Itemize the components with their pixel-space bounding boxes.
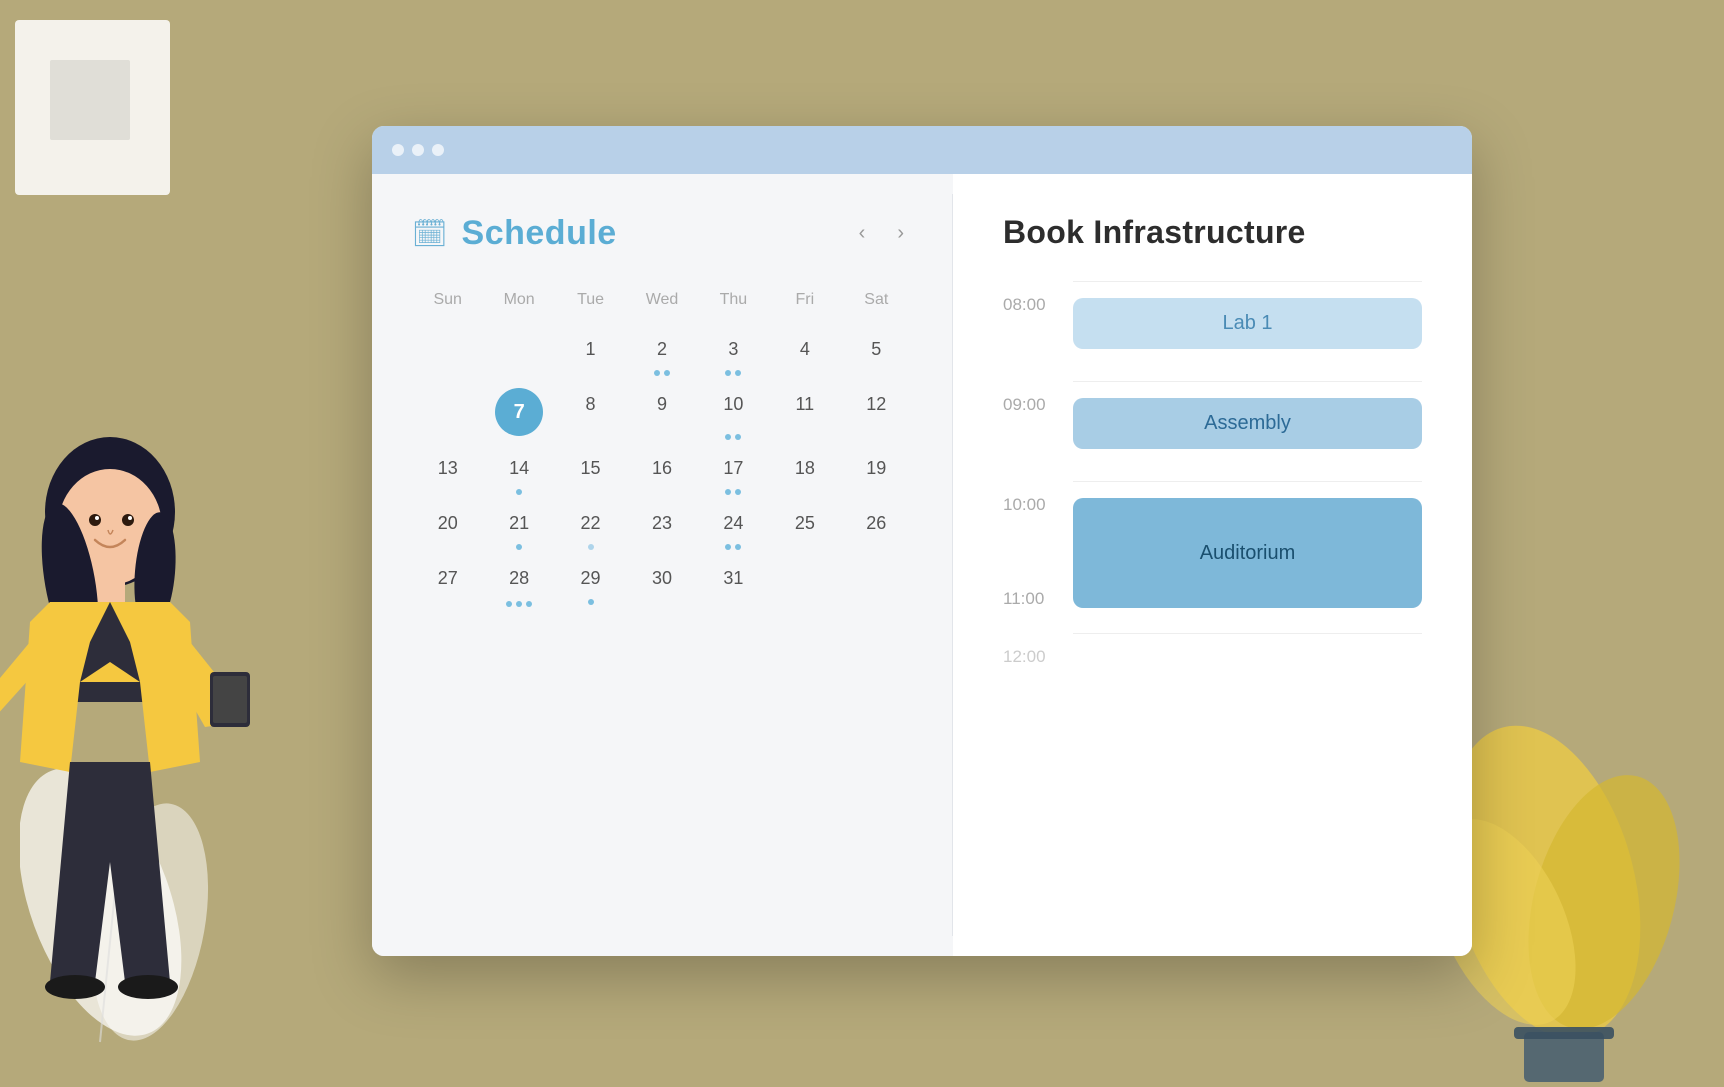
date-4[interactable]: 4 xyxy=(769,325,840,380)
calendar-days-header: Sun Mon Tue Wed Thu Fri Sat xyxy=(412,283,912,317)
booking-card-lab1[interactable]: Lab 1 xyxy=(1073,298,1422,349)
slot-content-1000: Auditorium xyxy=(1073,481,1422,608)
time-slot-0900: 09:00 Assembly xyxy=(1003,381,1422,469)
time-1100: 11:00 xyxy=(1003,575,1073,609)
date-9[interactable]: 9 xyxy=(626,380,697,444)
time-1000: 10:00 xyxy=(1003,481,1073,515)
calendar-title-group: 🗓 Schedule xyxy=(412,214,617,253)
slot-content-0900: Assembly xyxy=(1073,381,1422,469)
character-illustration xyxy=(0,382,280,1082)
date-28[interactable]: 28 xyxy=(483,554,554,609)
day-thu: Thu xyxy=(698,283,769,317)
right-panel: Book Infrastructure 08:00 Lab 1 09:00 As… xyxy=(953,174,1472,956)
date-20[interactable]: 20 xyxy=(412,499,483,554)
date-7-today[interactable]: 7 xyxy=(483,380,554,444)
date-empty-end1 xyxy=(769,554,840,609)
date-13[interactable]: 13 xyxy=(412,444,483,499)
calendar-header: 🗓 Schedule ‹ › xyxy=(412,214,912,253)
date-8[interactable]: 8 xyxy=(555,380,626,444)
date-19[interactable]: 19 xyxy=(841,444,912,499)
date-empty-end2 xyxy=(841,554,912,609)
date-1[interactable]: 1 xyxy=(555,325,626,380)
calendar-title: Schedule xyxy=(462,214,617,253)
date-10[interactable]: 10 xyxy=(698,380,769,444)
date-empty xyxy=(412,325,483,380)
date-16[interactable]: 16 xyxy=(626,444,697,499)
booking-title: Book Infrastructure xyxy=(1003,214,1422,251)
calendar-grid: Sun Mon Tue Wed Thu Fri Sat 1 2 xyxy=(412,283,912,609)
date-17[interactable]: 17 xyxy=(698,444,769,499)
slot-content-1200 xyxy=(1073,633,1422,670)
slot-content-0800: Lab 1 xyxy=(1073,281,1422,369)
calendar-dates: 1 2 3 4 5 7 8 xyxy=(412,325,912,609)
date-5[interactable]: 5 xyxy=(841,325,912,380)
day-sat: Sat xyxy=(841,283,912,317)
time-slot-1200: 12:00 xyxy=(1003,633,1422,670)
time-0900: 09:00 xyxy=(1003,381,1073,415)
time-1200: 12:00 xyxy=(1003,633,1073,667)
date-12[interactable]: 12 xyxy=(841,380,912,444)
frame-inner xyxy=(50,60,130,140)
date-27[interactable]: 27 xyxy=(412,554,483,609)
browser-window: 🗓 Schedule ‹ › Sun Mon Tue Wed Thu Fri S… xyxy=(372,126,1472,956)
date-21[interactable]: 21 xyxy=(483,499,554,554)
calendar-icon: 🗓 xyxy=(412,217,448,250)
prev-month-button[interactable]: ‹ xyxy=(851,218,874,249)
calendar-nav: ‹ › xyxy=(851,218,912,249)
date-empty-6 xyxy=(412,380,483,444)
day-tue: Tue xyxy=(555,283,626,317)
frame-decoration xyxy=(15,20,170,195)
date-15[interactable]: 15 xyxy=(555,444,626,499)
day-wed: Wed xyxy=(626,283,697,317)
browser-content: 🗓 Schedule ‹ › Sun Mon Tue Wed Thu Fri S… xyxy=(372,174,1472,956)
time-slot-0800: 08:00 Lab 1 xyxy=(1003,281,1422,369)
date-empty xyxy=(483,325,554,380)
date-14[interactable]: 14 xyxy=(483,444,554,499)
date-18[interactable]: 18 xyxy=(769,444,840,499)
booking-card-assembly[interactable]: Assembly xyxy=(1073,398,1422,449)
date-24[interactable]: 24 xyxy=(698,499,769,554)
time-slot-1000: 10:00 11:00 Auditorium xyxy=(1003,481,1422,609)
date-30[interactable]: 30 xyxy=(626,554,697,609)
date-31[interactable]: 31 xyxy=(698,554,769,609)
date-3[interactable]: 3 xyxy=(698,325,769,380)
date-2[interactable]: 2 xyxy=(626,325,697,380)
date-25[interactable]: 25 xyxy=(769,499,840,554)
date-22[interactable]: 22 xyxy=(555,499,626,554)
calendar-panel: 🗓 Schedule ‹ › Sun Mon Tue Wed Thu Fri S… xyxy=(372,174,952,956)
day-sun: Sun xyxy=(412,283,483,317)
day-mon: Mon xyxy=(483,283,554,317)
time-0800: 08:00 xyxy=(1003,281,1073,315)
date-11[interactable]: 11 xyxy=(769,380,840,444)
browser-dot-1 xyxy=(392,144,404,156)
date-23[interactable]: 23 xyxy=(626,499,697,554)
date-26[interactable]: 26 xyxy=(841,499,912,554)
next-month-button[interactable]: › xyxy=(889,218,912,249)
browser-dot-2 xyxy=(412,144,424,156)
booking-card-auditorium[interactable]: Auditorium xyxy=(1073,498,1422,608)
date-29[interactable]: 29 xyxy=(555,554,626,609)
day-fri: Fri xyxy=(769,283,840,317)
browser-titlebar xyxy=(372,126,1472,174)
browser-dot-3 xyxy=(432,144,444,156)
